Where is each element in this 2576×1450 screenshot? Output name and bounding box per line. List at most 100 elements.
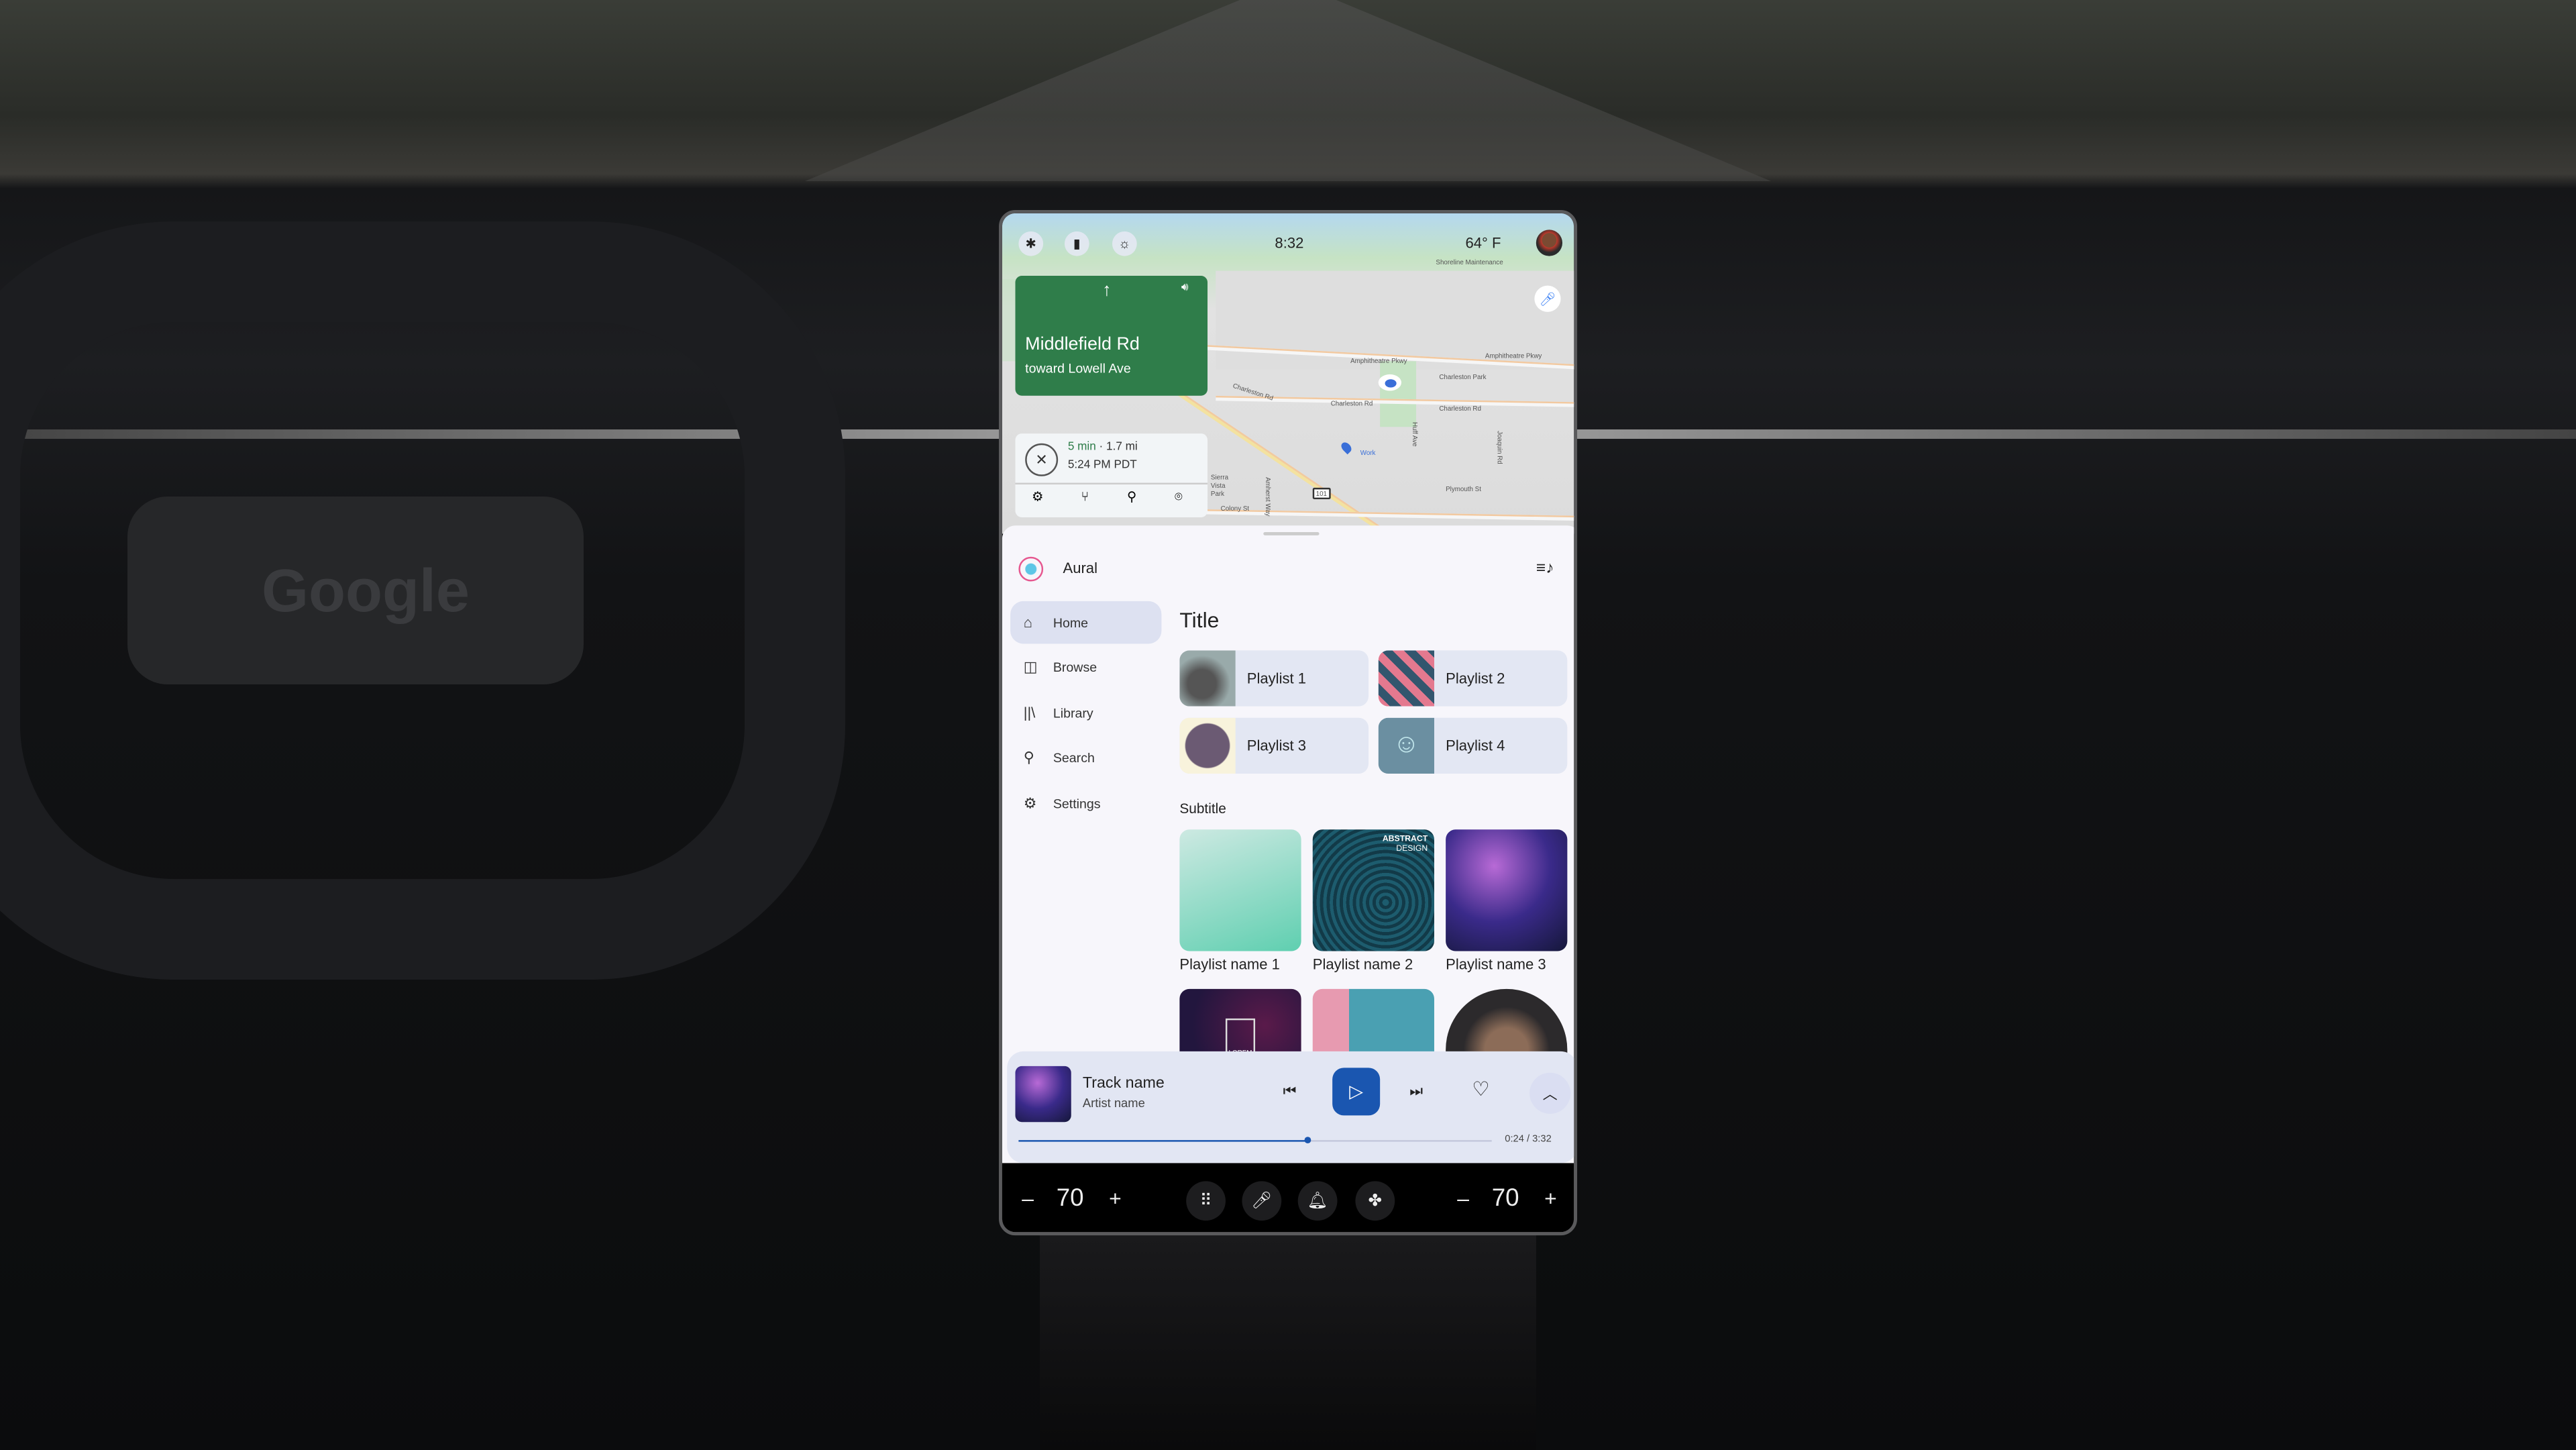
map-label: Huff Ave bbox=[1411, 421, 1419, 447]
voice-assistant-button[interactable]: 🎤︎ bbox=[1534, 285, 1561, 312]
sidebar-item-browse[interactable]: ◫ Browse bbox=[1010, 645, 1161, 688]
map[interactable]: Shoreline Maintenance Amphitheatre Pkwy … bbox=[1002, 213, 1574, 535]
map-label: Charleston Rd bbox=[1439, 403, 1481, 413]
drag-handle[interactable] bbox=[1263, 532, 1320, 535]
sidebar-item-label: Browse bbox=[1053, 659, 1097, 674]
home-icon: ⌂ bbox=[1023, 614, 1033, 631]
right-temperature: 70 bbox=[1491, 1184, 1519, 1212]
bluetooth-icon[interactable]: ✱ bbox=[1018, 231, 1044, 256]
next-track-button[interactable]: ⏭︎ bbox=[1409, 1082, 1423, 1100]
map-label: Amphitheatre Pkwy bbox=[1350, 356, 1407, 365]
close-navigation-button[interactable]: ✕ bbox=[1025, 443, 1059, 476]
microphone-icon[interactable]: 🎤︎ bbox=[1242, 1181, 1282, 1221]
track-name: Track name bbox=[1082, 1074, 1165, 1093]
track-art[interactable] bbox=[1015, 1066, 1071, 1123]
map-label: Plymouth St bbox=[1446, 484, 1481, 493]
queue-icon[interactable]: ≡♪ bbox=[1536, 560, 1554, 578]
playback-time: 0:24 / 3:32 bbox=[1505, 1135, 1552, 1145]
map-label: Shoreline Maintenance bbox=[1436, 258, 1503, 266]
right-temp-increase[interactable]: + bbox=[1544, 1186, 1557, 1211]
arrival-time: 5:24 PM PDT bbox=[1067, 460, 1137, 472]
location-pin-icon[interactable]: ⌾ bbox=[1175, 489, 1183, 505]
previous-track-button[interactable]: ⏮︎ bbox=[1283, 1082, 1297, 1100]
straight-arrow-icon: ↑ bbox=[1102, 280, 1112, 301]
brightness-icon[interactable]: ☼ bbox=[1112, 231, 1137, 256]
sidebar-item-label: Search bbox=[1053, 749, 1095, 765]
playlist-card[interactable]: Playlist 1 bbox=[1179, 650, 1369, 707]
right-temp-decrease[interactable]: – bbox=[1457, 1186, 1469, 1211]
section-title: Title bbox=[1179, 607, 1220, 633]
favorite-heart-icon[interactable]: ♡ bbox=[1472, 1078, 1489, 1100]
eta-time: 5 min bbox=[1067, 442, 1096, 454]
progress-thumb[interactable] bbox=[1303, 1137, 1311, 1144]
sidebar-item-search[interactable]: ⚲ Search bbox=[1010, 736, 1161, 779]
play-button[interactable]: ▷ bbox=[1332, 1068, 1381, 1116]
volume-icon[interactable]: 🔊︎ bbox=[1181, 282, 1189, 296]
clock: 8:32 bbox=[1275, 234, 1304, 252]
map-label: Charleston Park bbox=[1439, 372, 1487, 381]
tile-text: DESIGN bbox=[1396, 843, 1428, 853]
app-name: Aural bbox=[1063, 560, 1097, 577]
settings-icon: ⚙ bbox=[1023, 794, 1037, 811]
playlist-label: Playlist 1 bbox=[1246, 670, 1307, 687]
playlist-art bbox=[1179, 650, 1236, 707]
map-label: Colony St bbox=[1220, 504, 1250, 513]
toward-street: toward Lowell Ave bbox=[1025, 361, 1131, 376]
signal-icon[interactable]: ▮ bbox=[1064, 231, 1089, 256]
sidebar-item-label: Settings bbox=[1053, 796, 1101, 811]
avatar[interactable] bbox=[1536, 229, 1563, 256]
smiley-art: ☺ bbox=[1378, 717, 1434, 774]
artist-name: Artist name bbox=[1082, 1096, 1145, 1111]
tile-label: Playlist name 2 bbox=[1312, 955, 1413, 973]
current-location-marker bbox=[1378, 374, 1402, 391]
map-label: Joaquin Rd bbox=[1496, 431, 1505, 464]
map-label: Sierra Vista Park bbox=[1210, 472, 1229, 498]
route-options-icon[interactable]: ⑂ bbox=[1081, 489, 1089, 504]
map-label: Amphitheatre Pkwy bbox=[1485, 351, 1542, 360]
playlist-card[interactable]: Playlist 2 bbox=[1378, 650, 1568, 707]
search-icon[interactable]: ⚲ bbox=[1127, 489, 1136, 504]
tile-label: Playlist name 1 bbox=[1179, 955, 1280, 973]
notification-bell-icon[interactable]: 🔔︎ bbox=[1297, 1181, 1338, 1221]
street-name: Middlefield Rd bbox=[1025, 335, 1140, 355]
library-icon: ||\ bbox=[1023, 705, 1036, 721]
browse-icon: ◫ bbox=[1023, 658, 1038, 674]
navigation-card[interactable]: ↑ 🔊︎ Middlefield Rd toward Lowell Ave bbox=[1015, 275, 1208, 396]
playlist-card[interactable]: Playlist 3 bbox=[1179, 717, 1369, 774]
eta-distance: · 1.7 mi bbox=[1095, 442, 1138, 454]
playlist-label: Playlist 3 bbox=[1246, 737, 1307, 754]
left-temp-decrease[interactable]: – bbox=[1022, 1186, 1034, 1211]
sidebar-item-label: Library bbox=[1053, 705, 1093, 721]
sidebar-item-library[interactable]: ||\ Library bbox=[1010, 692, 1161, 735]
tile-label: Playlist name 3 bbox=[1446, 955, 1546, 973]
steering-logo: Google bbox=[262, 558, 470, 625]
playlist-label: Playlist 2 bbox=[1446, 670, 1505, 687]
system-bar: – 70 + ⠿ 🎤︎ 🔔︎ ✤ – 70 + bbox=[1002, 1163, 1574, 1233]
app-logo-icon bbox=[1018, 556, 1044, 582]
search-icon: ⚲ bbox=[1023, 748, 1034, 765]
expand-chevron-button[interactable]: ︿ bbox=[1529, 1072, 1571, 1114]
now-playing-bar: Track name Artist name ⏮︎ ▷ ⏭︎ ♡ ︿ 0:24 … bbox=[1007, 1051, 1574, 1163]
temperature: 64° F bbox=[1465, 234, 1501, 252]
left-temperature: 70 bbox=[1056, 1184, 1084, 1212]
left-temp-increase[interactable]: + bbox=[1109, 1186, 1122, 1211]
fan-icon[interactable]: ✤ bbox=[1355, 1181, 1395, 1221]
playlist-tile[interactable] bbox=[1446, 829, 1568, 951]
app-grid-icon[interactable]: ⠿ bbox=[1186, 1181, 1226, 1221]
eta-card: ✕ 5 min · 1.7 mi 5:24 PM PDT ⚙ ⑂ ⚲ ⌾ bbox=[1015, 433, 1208, 517]
playlist-card[interactable]: ☺ Playlist 4 bbox=[1378, 717, 1568, 774]
map-label: Work bbox=[1360, 448, 1376, 457]
progress-fill bbox=[1018, 1140, 1307, 1143]
settings-icon[interactable]: ⚙ bbox=[1032, 489, 1044, 504]
progress-slider[interactable] bbox=[1018, 1137, 1492, 1144]
infotainment-screen: Shoreline Maintenance Amphitheatre Pkwy … bbox=[999, 210, 1578, 1236]
sidebar-item-home[interactable]: ⌂ Home bbox=[1010, 601, 1162, 644]
highway-shield: 101 bbox=[1312, 487, 1330, 500]
playlist-art bbox=[1378, 650, 1434, 707]
playlist-tile[interactable]: ABSTRACT DESIGN bbox=[1312, 829, 1434, 951]
map-label: Amherst Way bbox=[1264, 477, 1273, 517]
sidebar-item-settings[interactable]: ⚙ Settings bbox=[1010, 782, 1161, 825]
playlist-tile[interactable] bbox=[1179, 829, 1301, 951]
sidebar-item-label: Home bbox=[1053, 615, 1089, 630]
playlist-art bbox=[1179, 717, 1236, 774]
